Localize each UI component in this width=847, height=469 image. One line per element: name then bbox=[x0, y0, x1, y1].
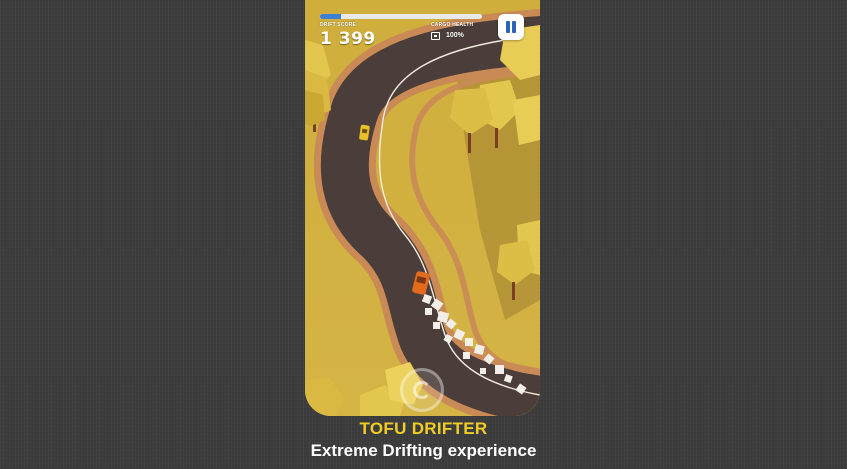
cargo-health-label: CARGO HEALTH bbox=[431, 22, 474, 28]
cargo-box-icon bbox=[431, 32, 440, 40]
pause-icon-bar bbox=[512, 21, 516, 33]
level-progress-bar bbox=[320, 14, 482, 19]
drift-control-button[interactable] bbox=[400, 368, 444, 412]
pause-icon bbox=[506, 21, 510, 33]
pause-button[interactable] bbox=[498, 14, 524, 40]
game-title: TOFU DRIFTER bbox=[359, 419, 488, 438]
drift-score-value: 1 399 bbox=[320, 29, 376, 49]
game-tagline: Extreme Drifting experience bbox=[310, 441, 537, 460]
drift-score-label: DRIFT SCORE bbox=[320, 22, 357, 28]
game-viewport[interactable]: DRIFT SCORE 1 399 CARGO HEALTH 100% bbox=[305, 0, 540, 416]
game-scene bbox=[305, 0, 540, 416]
cargo-health-value: 100% bbox=[446, 32, 464, 39]
drift-control-icon bbox=[413, 381, 431, 399]
level-progress-fill bbox=[320, 14, 342, 19]
